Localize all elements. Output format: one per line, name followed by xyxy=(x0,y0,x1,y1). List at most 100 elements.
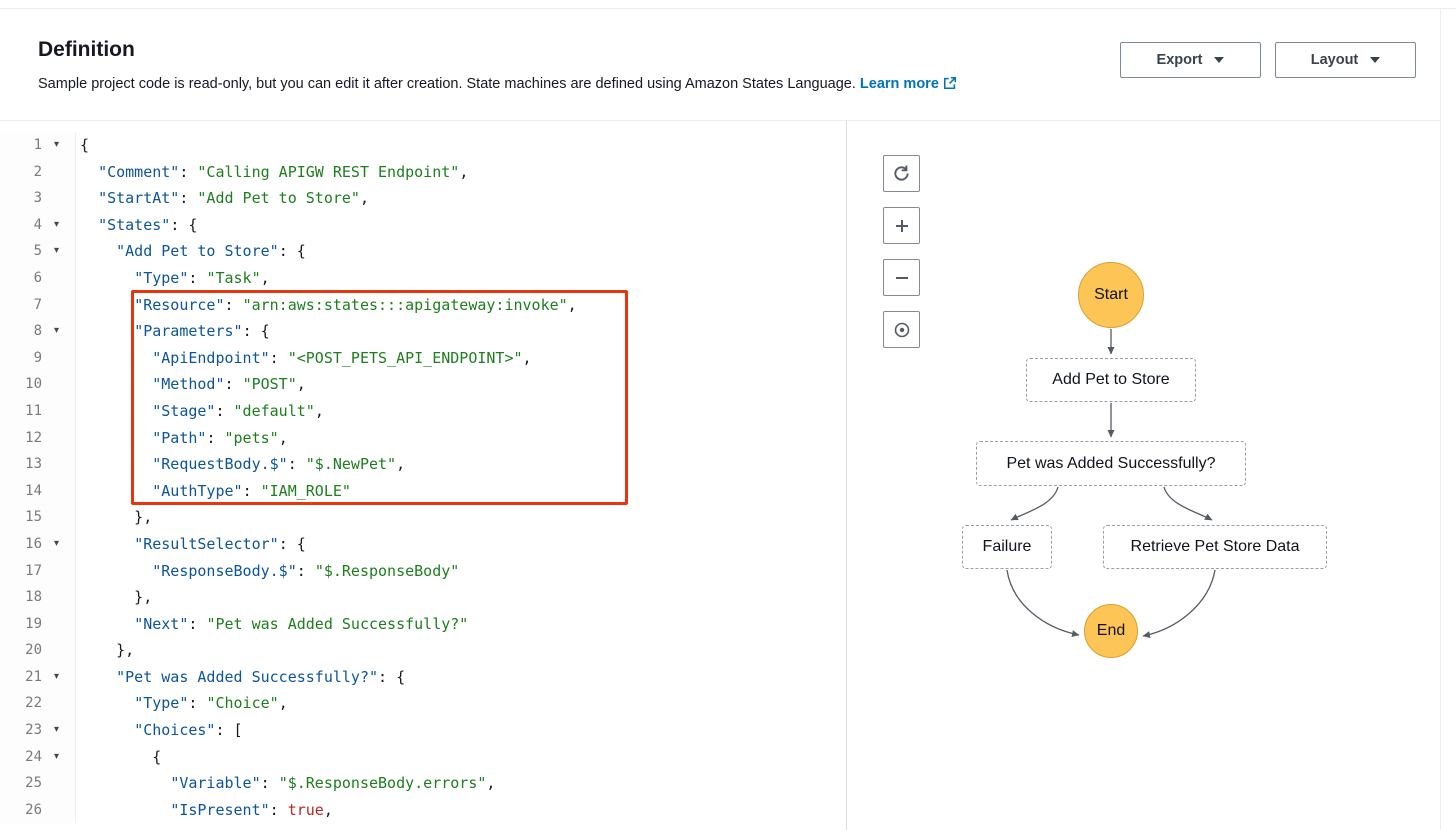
node-pet-was-added-successfully[interactable]: Pet was Added Successfully? xyxy=(976,441,1246,486)
caret-down-icon xyxy=(1370,57,1381,63)
fold-toggle-icon[interactable]: ▾ xyxy=(42,717,59,744)
zoom-out-button[interactable] xyxy=(883,259,920,296)
code-editor[interactable]: 1 ▾{2 "Comment": "Calling APIGW REST Endp… xyxy=(0,121,846,830)
line-number: 4 xyxy=(33,216,42,233)
line-number: 9 xyxy=(33,349,42,366)
line-gutter: 10 xyxy=(0,371,76,398)
code-line: 8 ▾ "Parameters": { xyxy=(0,318,846,345)
definition-page: Definition Sample project code is read-o… xyxy=(0,0,1456,830)
learn-more-link[interactable]: Learn more xyxy=(860,76,957,92)
code-text: "Variable": "$.ResponseBody.errors", xyxy=(170,774,496,793)
code-line: 18 }, xyxy=(0,584,846,611)
code-line: 12 "Path": "pets", xyxy=(0,424,846,452)
code-text: "Path": "pets", xyxy=(152,428,288,447)
line-gutter: 8 ▾ xyxy=(0,318,76,345)
node-end[interactable]: End xyxy=(1084,604,1138,658)
edge-retrieve-to-end xyxy=(1142,569,1216,639)
refresh-button[interactable] xyxy=(883,155,920,192)
fold-toggle-icon[interactable]: ▾ xyxy=(42,212,59,239)
code-line: 1 ▾ { xyxy=(0,132,846,159)
code-line: 3 "StartAt": "Add Pet to Store", xyxy=(0,185,846,212)
line-gutter: 9 xyxy=(0,344,76,372)
code-text: "StartAt": "Add Pet to Store", xyxy=(98,189,369,208)
fold-toggle-icon[interactable]: ▾ xyxy=(42,132,59,159)
node-failure[interactable]: Failure xyxy=(962,525,1052,569)
code-line: 6 "Type": "Task", xyxy=(0,264,846,292)
line-gutter: 25 xyxy=(0,770,76,797)
fold-toggle-icon[interactable]: ▾ xyxy=(42,318,59,345)
zoom-in-button[interactable] xyxy=(883,207,920,244)
line-number: 17 xyxy=(25,562,42,579)
code-line: 16 ▾ "ResultSelector": { xyxy=(0,530,846,558)
page-title: Definition xyxy=(38,38,135,61)
line-gutter: 16 ▾ xyxy=(0,530,76,558)
line-gutter: 18 xyxy=(0,584,76,611)
node-retrieve-pet-store-data[interactable]: Retrieve Pet Store Data xyxy=(1103,525,1327,569)
layout-button[interactable]: Layout xyxy=(1275,42,1416,78)
line-gutter: 5 ▾ xyxy=(0,238,76,265)
learn-more-label: Learn more xyxy=(859,76,939,92)
code-text: "Method": "POST", xyxy=(152,375,306,394)
fold-toggle-icon[interactable]: ▾ xyxy=(42,238,59,265)
line-gutter: 21 ▾ xyxy=(0,663,76,691)
export-button[interactable]: Export xyxy=(1120,42,1261,78)
line-number: 19 xyxy=(25,615,42,632)
code-text: { xyxy=(80,136,90,154)
code-text: "Resource": "arn:aws:states:::apigateway… xyxy=(134,295,577,314)
line-gutter: 14 xyxy=(0,477,76,505)
code-text: }, xyxy=(80,588,153,607)
fold-toggle-icon[interactable]: ▾ xyxy=(42,664,59,691)
line-gutter: 7 xyxy=(0,291,76,319)
external-link-icon xyxy=(943,76,956,90)
node-start[interactable]: Start xyxy=(1078,262,1144,328)
code-line: 26 "IsPresent": true, xyxy=(0,796,846,824)
line-number: 22 xyxy=(25,695,42,712)
code-text: "Parameters": { xyxy=(134,322,270,341)
line-gutter: 4 ▾ xyxy=(0,211,76,239)
node-add-pet-to-store[interactable]: Add Pet to Store xyxy=(1026,358,1196,402)
code-text: "Type": "Task", xyxy=(134,268,270,287)
code-text: "AuthType": "IAM_ROLE" xyxy=(152,481,351,500)
minus-icon xyxy=(895,276,908,279)
export-button-label: Export xyxy=(1156,52,1203,68)
code-text: "ResponseBody.$": "$.ResponseBody" xyxy=(152,561,460,580)
fold-toggle-icon[interactable]: ▾ xyxy=(42,744,59,771)
line-number: 6 xyxy=(33,269,42,286)
workflow-diagram-panel: Start Add Pet to Store Pet was Added Suc… xyxy=(847,121,1440,830)
line-number: 7 xyxy=(33,296,42,313)
code-line: 9 "ApiEndpoint": "<POST_PETS_API_ENDPOIN… xyxy=(0,344,846,372)
line-number: 8 xyxy=(33,323,42,340)
line-number: 16 xyxy=(25,535,42,552)
code-text: "IsPresent": true, xyxy=(170,800,333,819)
line-number: 1 xyxy=(33,137,42,153)
edge-choice-to-failure xyxy=(1010,486,1059,521)
code-text: "ResultSelector": { xyxy=(134,534,306,553)
code-text: "Stage": "default", xyxy=(152,401,324,420)
code-text: "States": { xyxy=(98,215,198,234)
code-text: "Comment": "Calling APIGW REST Endpoint"… xyxy=(98,162,469,181)
line-number: 25 xyxy=(25,775,42,792)
code-line: 21 ▾ "Pet was Added Successfully?": { xyxy=(0,663,846,691)
caret-down-icon xyxy=(1214,57,1225,63)
line-gutter: 2 xyxy=(0,158,76,186)
line-gutter: 24 ▾ xyxy=(0,743,76,771)
code-text: "Choices": [ xyxy=(134,721,243,740)
code-line: 22 "Type": "Choice", xyxy=(0,690,846,718)
line-number: 20 xyxy=(25,642,42,659)
fold-toggle-icon[interactable]: ▾ xyxy=(42,531,59,558)
line-number: 13 xyxy=(25,456,42,473)
line-number: 12 xyxy=(25,429,42,446)
line-number: 11 xyxy=(25,402,42,419)
code-line: 2 "Comment": "Calling APIGW REST Endpoin… xyxy=(0,158,846,186)
code-text: "RequestBody.$": "$.NewPet", xyxy=(152,455,406,474)
line-gutter: 11 xyxy=(0,397,76,425)
center-view-button[interactable] xyxy=(883,311,920,348)
code-line: 5 ▾ "Add Pet to Store": { xyxy=(0,238,846,265)
line-gutter: 6 xyxy=(0,264,76,292)
line-gutter: 26 xyxy=(0,796,76,824)
code-lines: 1 ▾{2 "Comment": "Calling APIGW REST Endp… xyxy=(0,132,846,824)
line-gutter: 3 xyxy=(0,185,76,212)
edge-failure-to-end xyxy=(1006,569,1080,638)
code-line: 19 "Next": "Pet was Added Successfully?" xyxy=(0,610,846,638)
center-target-icon xyxy=(894,322,909,337)
